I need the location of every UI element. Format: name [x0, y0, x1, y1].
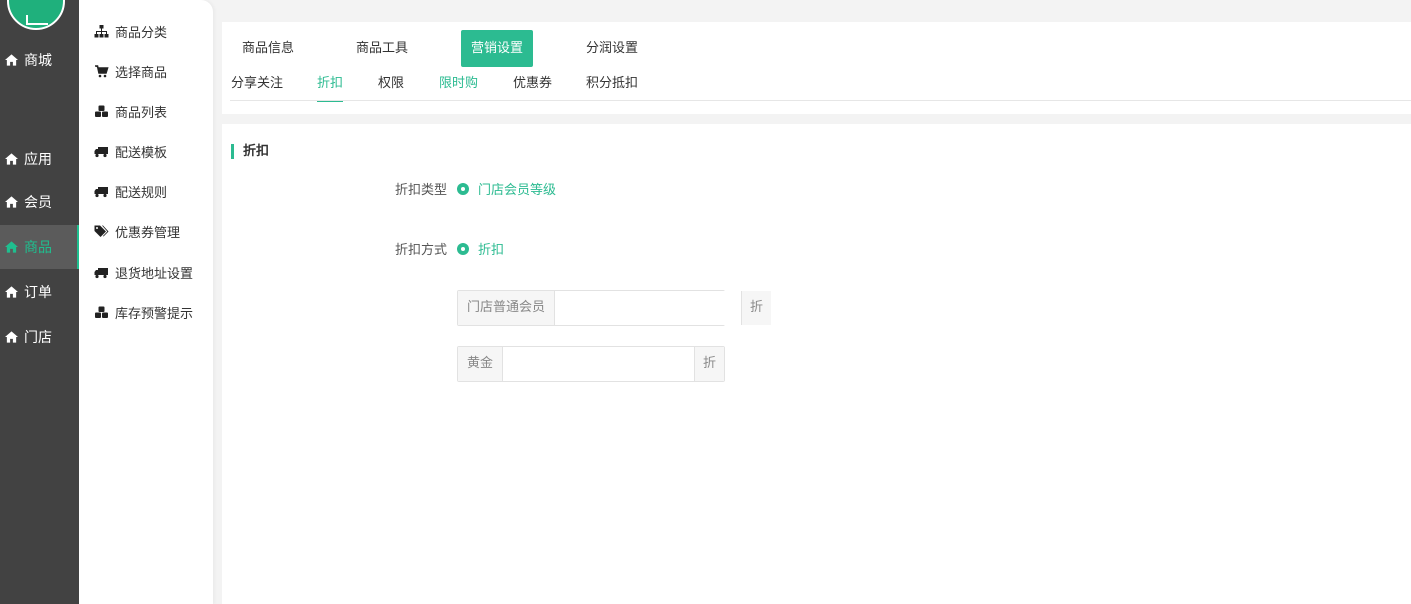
discount-method-option: 折扣 [478, 243, 505, 258]
tabs-panel: 商品信息 商品工具 营销设置 分润设置 分享关注 折扣 权限 限时购 优惠券 积… [222, 22, 1411, 114]
home-icon [5, 153, 18, 165]
sub-nav-label: 配送模板 [115, 145, 168, 161]
main-nav-label: 门店 [24, 330, 52, 346]
sitemap-icon [94, 24, 109, 37]
main-nav-label: 订单 [24, 285, 52, 301]
home-icon [5, 54, 18, 66]
main-nav-label: 商城 [24, 53, 52, 69]
home-icon [5, 196, 18, 208]
radio-checked-icon [457, 182, 469, 195]
sub-nav-item-coupons[interactable]: 优惠券管理 [79, 216, 213, 246]
cubes-icon [95, 306, 108, 318]
radio-checked-icon [457, 242, 469, 255]
discount-type-label: 折扣类型 [394, 183, 447, 198]
level-discount-group: 门店普通会员 折 [457, 290, 772, 326]
tab-goods-info[interactable]: 商品信息 [232, 30, 304, 67]
tags-icon [94, 225, 109, 237]
level-discount-input[interactable] [555, 291, 742, 325]
discount-type-option: 门店会员等级 [478, 183, 557, 198]
main-sidebar: 商城 应用 会员 商品 订单 门店 [0, 0, 79, 604]
truck-icon [94, 146, 108, 157]
tabs-divider [230, 100, 1411, 101]
main-nav-item-members[interactable]: 会员 [0, 180, 79, 224]
subtab-permissions[interactable]: 权限 [378, 72, 404, 102]
main-nav-label: 商品 [24, 240, 52, 256]
sub-nav-label: 配送规则 [115, 185, 168, 201]
logo-chevron-icon [26, 15, 48, 25]
cart-icon [95, 64, 109, 77]
subtab-flash-sale[interactable]: 限时购 [439, 72, 478, 102]
subtab-coupons[interactable]: 优惠券 [513, 72, 552, 102]
section-title: 折扣 [231, 144, 269, 159]
sub-nav-item-select-goods[interactable]: 选择商品 [79, 56, 213, 86]
sub-nav-item-return-address[interactable]: 退货地址设置 [79, 257, 213, 287]
discount-type-radio[interactable]: 门店会员等级 [457, 179, 556, 198]
subtab-discount[interactable]: 折扣 [317, 72, 344, 102]
cubes-icon [95, 105, 108, 117]
level-name-addon: 门店普通会员 [458, 291, 556, 325]
discount-form-panel: 折扣 折扣类型 门店会员等级 折扣方式 折扣 门店普通会员 折 黄金 折 [222, 124, 1411, 604]
main-nav-item-mall[interactable]: 商城 [0, 38, 79, 82]
sub-nav-item-category[interactable]: 商品分类 [79, 16, 213, 46]
subtab-points-deduction[interactable]: 积分抵扣 [586, 72, 638, 102]
discount-suffix-addon: 折 [693, 347, 724, 381]
level-name-addon: 黄金 [458, 347, 504, 381]
main-nav-label: 会员 [24, 195, 52, 211]
level-discount-group: 黄金 折 [457, 346, 725, 382]
secondary-sidebar: 商品分类 选择商品 商品列表 配送模板 配送规则 优惠券管理 退货地址设置 库存… [79, 0, 213, 604]
level-discount-input[interactable] [503, 347, 694, 381]
sub-nav-item-shipping-template[interactable]: 配送模板 [79, 136, 213, 166]
subtab-share-follow[interactable]: 分享关注 [231, 72, 283, 102]
sub-nav-item-goods-list[interactable]: 商品列表 [79, 96, 213, 126]
sub-nav-label: 选择商品 [115, 65, 168, 81]
home-icon [5, 241, 18, 253]
tab-goods-tools[interactable]: 商品工具 [346, 30, 418, 67]
main-nav-item-goods[interactable]: 商品 [0, 225, 79, 269]
sub-nav-label: 退货地址设置 [115, 266, 194, 282]
main-nav-item-stores[interactable]: 门店 [0, 315, 79, 359]
sub-nav-label: 优惠券管理 [115, 225, 181, 241]
home-icon [5, 286, 18, 298]
sub-nav-item-shipping-rules[interactable]: 配送规则 [79, 176, 213, 206]
tab-profit-sharing[interactable]: 分润设置 [576, 30, 648, 67]
discount-suffix-addon: 折 [741, 291, 772, 325]
main-nav-label: 应用 [24, 152, 52, 168]
sub-nav-label: 商品分类 [115, 25, 168, 41]
sub-nav-item-stock-alert[interactable]: 库存预警提示 [79, 297, 213, 327]
sub-nav-label: 商品列表 [115, 105, 168, 121]
truck-icon [94, 267, 108, 278]
main-nav-item-orders[interactable]: 订单 [0, 270, 79, 314]
sub-nav-label: 库存预警提示 [115, 306, 194, 322]
truck-icon [94, 186, 108, 197]
discount-method-label: 折扣方式 [394, 243, 447, 258]
tab-marketing-settings[interactable]: 营销设置 [461, 30, 534, 67]
discount-method-radio[interactable]: 折扣 [457, 239, 504, 258]
brand-logo[interactable] [7, 0, 65, 30]
main-nav-item-apps[interactable]: 应用 [0, 137, 79, 181]
home-icon [5, 331, 18, 343]
